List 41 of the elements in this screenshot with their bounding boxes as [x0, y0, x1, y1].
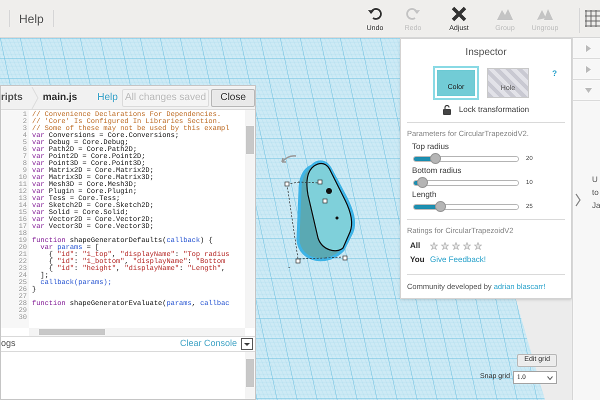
star-icon[interactable]	[452, 242, 460, 250]
collapsed-triangle-icon[interactable]	[585, 66, 592, 72]
clear-console-link[interactable]: Clear Console	[180, 337, 237, 351]
file-name: main.js	[42, 91, 78, 105]
undo-icon	[366, 5, 384, 23]
feedback-link[interactable]: Give Feedback!	[430, 254, 486, 266]
expanded-triangle-icon[interactable]	[585, 86, 592, 94]
scrollbar[interactable]	[245, 352, 255, 399]
help-link[interactable]: Help	[97, 90, 118, 105]
help-link[interactable]: ?	[552, 68, 557, 80]
adjust-icon	[450, 5, 468, 23]
star-icon[interactable]	[441, 242, 449, 250]
collapsed-triangle-icon[interactable]	[585, 44, 592, 52]
slider-handle[interactable]	[417, 177, 428, 188]
scrollbar[interactable]	[29, 328, 245, 336]
star-icon[interactable]	[474, 242, 482, 250]
parameter-label: Bottom radius	[411, 166, 462, 176]
help-menu[interactable]: Help	[10, 0, 53, 37]
rating-label: All	[410, 240, 422, 252]
lock-icon[interactable]	[442, 105, 451, 115]
scrollbar[interactable]	[245, 110, 255, 328]
shape-drawing[interactable]	[284, 160, 356, 264]
panel-title: Inspector	[464, 46, 508, 60]
close-button[interactable]: Close	[211, 88, 255, 106]
console-title: ogs	[1, 337, 16, 350]
lock-label[interactable]: Lock transformation	[458, 104, 530, 116]
text-line: to	[592, 187, 600, 199]
text-line: U	[592, 174, 599, 186]
star-icon[interactable]	[463, 242, 471, 250]
slider-handle[interactable]	[435, 201, 446, 212]
parameter-label: Top radius	[411, 142, 450, 152]
chevron-icon[interactable]	[575, 193, 581, 207]
caret-icon	[546, 376, 553, 380]
star-icon[interactable]	[430, 242, 438, 250]
grid-icon[interactable]	[584, 9, 600, 27]
dropdown-icon[interactable]	[241, 338, 253, 350]
slider-handle[interactable]	[430, 153, 441, 164]
parameter-label: Length	[411, 190, 438, 200]
rating-label: You	[410, 254, 426, 266]
breadcrumb-item[interactable]: ripts	[1, 90, 31, 105]
redo-icon	[404, 5, 422, 23]
